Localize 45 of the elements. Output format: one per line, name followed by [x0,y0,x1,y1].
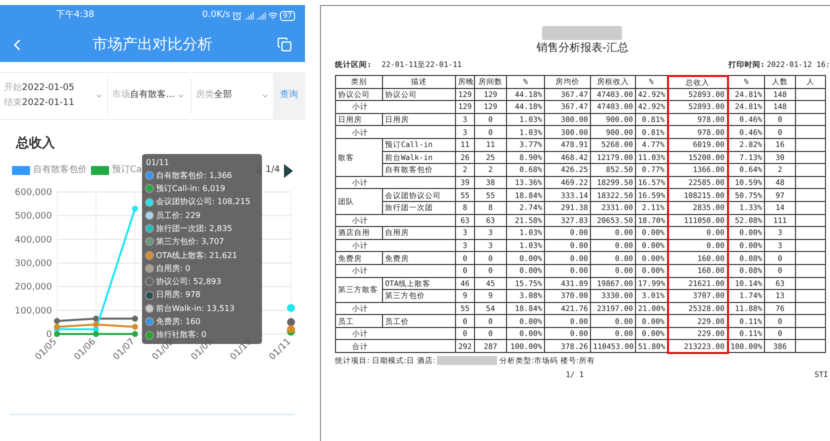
market-select[interactable]: 自有散客... [130,89,175,103]
point [54,330,60,336]
y-tick-label: 400,000 [14,234,52,245]
y-tick-label: 0 [46,330,52,340]
tooltip-title: 01/11 [146,156,170,168]
start-date[interactable]: 2022-01-05 [22,82,74,95]
y-tick-label: 200,000 [14,282,52,292]
point [132,323,138,330]
tooltip-item: 预订Call-in: 6,019 [156,183,226,196]
page-title: 市场产出对比分析 [92,34,214,56]
tooltip-item: 协议公司: 52,893 [156,276,222,288]
status-time: 下午4:38 [56,9,94,22]
filter-label: 开始 [4,82,22,94]
report-title: 销售分析报表-汇总 [536,40,628,56]
tooltip-item: 免费房: 160 [156,316,201,328]
tooltip-item: OTA线上散客: 21,621 [156,250,238,262]
point [132,315,138,322]
point [132,330,138,336]
tooltip-item: 员工价: 229 [156,210,201,222]
point [93,330,99,336]
room-type-select[interactable]: 全部 [214,89,232,103]
tooltip-item: 第三方包价: 3,707 [156,236,224,248]
section-title: 总收入 [16,134,56,153]
y-tick-label: 100,000 [14,306,52,316]
y-tick-label: 600,000 [14,188,52,198]
filter-label: 结束 [4,97,22,110]
point [93,315,99,322]
filter-label: 市场 [112,89,130,102]
tooltip-item: 日用房: 978 [156,289,201,302]
tooltip-item: 会议团协议公司: 108,215 [156,196,250,208]
legend-page: 1/4 [266,164,280,177]
network-speed: 0.0K/s [202,9,230,22]
y-tick-label: 300,000 [14,258,52,268]
point [93,321,99,328]
tooltip-item: 前台Walk-in: 13,513 [156,302,235,315]
y-tick-label: 500,000 [14,211,52,222]
tooltip-item: 自有散客包价: 1,366 [156,170,232,182]
legend-label: 自有散客包价 [33,164,87,177]
point [54,323,60,330]
point [132,205,138,212]
tooltip-item: 旅行团一次团: 2,835 [156,222,232,235]
filter-label: 房类 [196,89,214,102]
legend-label: 预订Ca [112,164,142,177]
end-date[interactable]: 2022-01-11 [22,97,74,110]
tooltip-item: 自用房: 0 [156,262,190,275]
